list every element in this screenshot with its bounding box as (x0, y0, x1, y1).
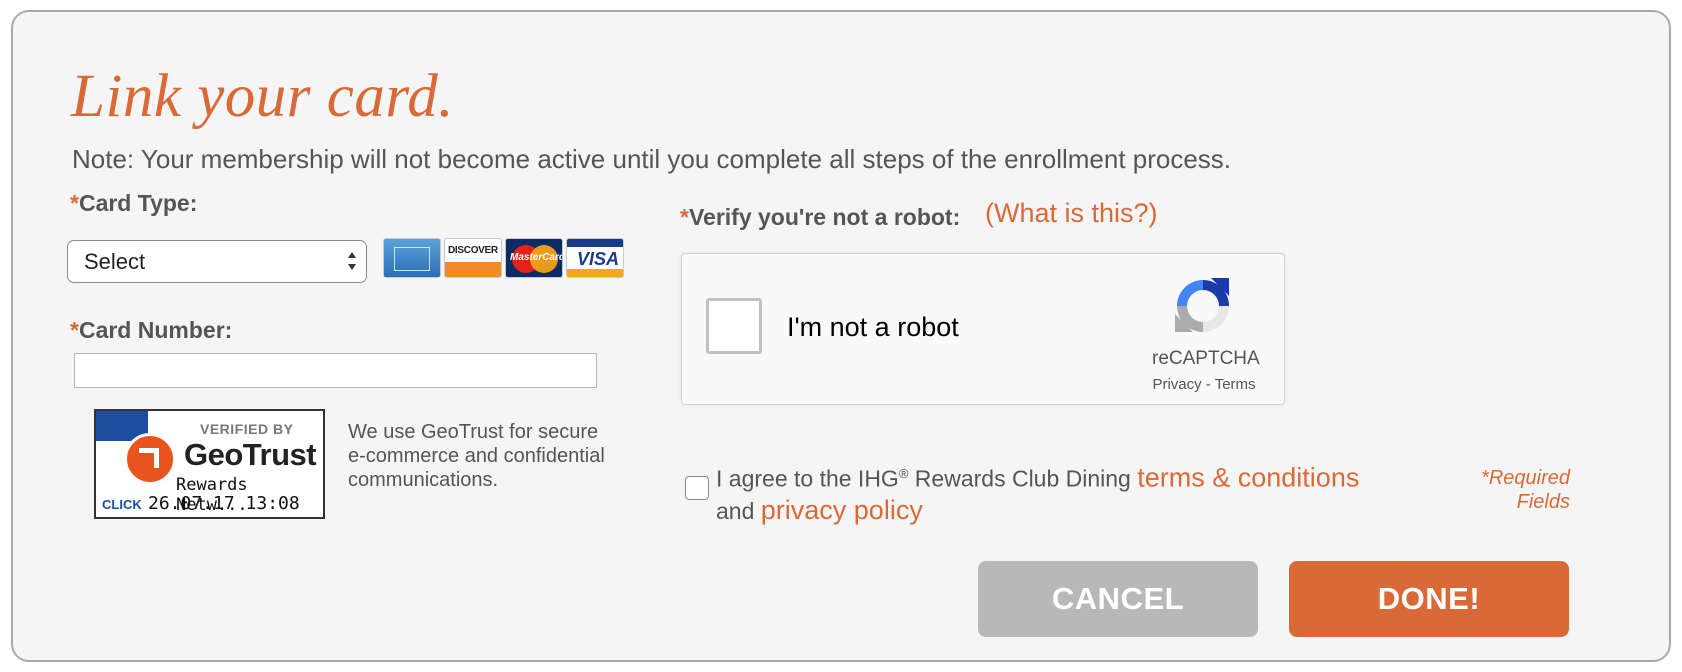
geotrust-verified-text: VERIFIED BY (200, 421, 294, 437)
accepted-cards: DISCOVER MasterCard VISA (383, 238, 624, 280)
recaptcha-checkbox-label: I'm not a robot (787, 312, 959, 342)
enrollment-note: Note: Your membership will not become ac… (72, 144, 1232, 174)
select-arrows-icon (348, 252, 356, 270)
agree-terms-checkbox[interactable] (685, 476, 709, 500)
terms-conditions-link[interactable]: terms & conditions (1137, 463, 1359, 493)
recaptcha-checkbox[interactable] (706, 298, 762, 354)
recaptcha-links: Privacy - Terms (1152, 376, 1256, 393)
required-fields-note: *Required Fields (1481, 467, 1570, 513)
recaptcha-widget: I'm not a robot reCAPTCHA Privacy - Term… (681, 253, 1285, 405)
required-star: * (70, 190, 79, 216)
amex-logo (383, 238, 441, 278)
card-type-label: *Card Type: (70, 190, 197, 217)
required-star: * (70, 317, 79, 343)
recaptcha-logo-icon (1175, 278, 1229, 332)
privacy-policy-link[interactable]: privacy policy (761, 495, 923, 525)
recaptcha-privacy-link[interactable]: Privacy (1152, 376, 1201, 393)
discover-logo-text: DISCOVER (448, 245, 498, 256)
card-type-selected-value: Select (84, 249, 146, 274)
done-button[interactable]: DONE! (1289, 561, 1569, 637)
what-is-this-link[interactable]: (What is this?) (985, 198, 1158, 229)
captcha-label: *Verify you're not a robot: (680, 204, 960, 231)
discover-logo: DISCOVER (444, 238, 502, 278)
visa-logo-text: VISA (577, 249, 620, 269)
card-number-input[interactable] (74, 353, 597, 388)
geotrust-seal[interactable]: VERIFIED BY GeoTrust Rewards Netw... CLI… (94, 409, 325, 519)
visa-logo: VISA (566, 238, 624, 278)
cancel-button[interactable]: CANCEL (978, 561, 1258, 637)
page-title: Link your card. (71, 63, 455, 130)
card-number-label-text: Card Number: (78, 317, 233, 343)
geotrust-date: 26.07.17 13:08 UT (148, 493, 300, 517)
captcha-label-text: Verify you're not a robot: (688, 204, 961, 230)
card-type-select[interactable]: Select (67, 240, 367, 283)
required-star: * (680, 204, 689, 230)
mastercard-logo: MasterCard (505, 238, 563, 278)
recaptcha-brand: reCAPTCHA (1152, 348, 1260, 369)
card-number-label: *Card Number: (70, 317, 232, 344)
geotrust-name: GeoTrust (184, 437, 317, 472)
agreement-text: I agree to the IHG® Rewards Club Dining … (716, 462, 1360, 525)
geotrust-click-text: CLICK (102, 497, 142, 512)
mastercard-logo-text: MasterCard (510, 252, 563, 263)
recaptcha-terms-link[interactable]: Terms (1215, 376, 1256, 393)
geotrust-description: We use GeoTrust for secure e-commerce an… (348, 421, 605, 491)
card-type-label-text: Card Type: (78, 190, 198, 216)
